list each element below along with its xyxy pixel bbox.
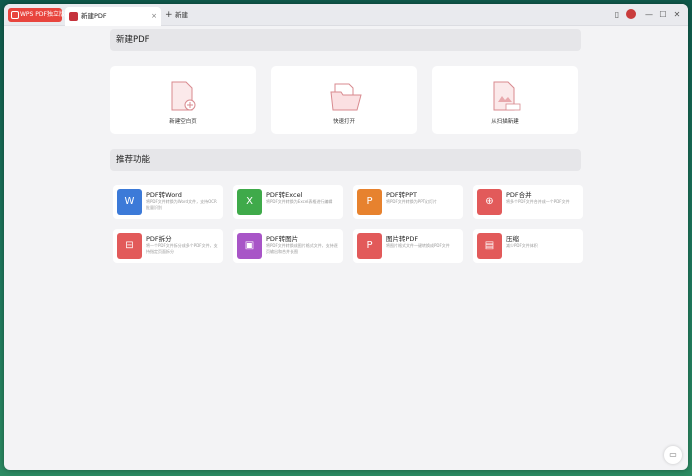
close-window-button[interactable]: ✕ bbox=[670, 8, 684, 22]
split-icon: ⊟ bbox=[117, 233, 142, 259]
pdf-to-excel-item[interactable]: X PDF转Excel 将PDF文件转换为Excel表格进行编辑 bbox=[233, 185, 343, 219]
new-blank-page-card[interactable]: 新建空白页 bbox=[110, 66, 256, 134]
main-content: 新建PDF 新建空白页 快速打开 从扫描新建 推荐功能 W PDF转Word 将… bbox=[4, 26, 688, 470]
tab-title: 新建PDF bbox=[81, 12, 107, 20]
quick-open-label: 快速打开 bbox=[332, 119, 355, 125]
blank-page-plus-icon bbox=[171, 81, 196, 111]
maximize-button[interactable]: ☐ bbox=[656, 8, 670, 22]
wps-logo-icon bbox=[11, 11, 19, 19]
feature-desc: 将PDF文件转换为Word文件，支持OCR批量识别 bbox=[146, 199, 217, 210]
tablet-mode-icon[interactable]: ▯ bbox=[610, 8, 624, 22]
features-header: 推荐功能 bbox=[110, 149, 581, 171]
tab-close-icon[interactable]: × bbox=[151, 7, 157, 26]
app-badge[interactable]: WPS PDF独立版 bbox=[8, 8, 65, 22]
scan-page-icon bbox=[493, 81, 521, 111]
excel-icon: X bbox=[237, 189, 262, 215]
image-to-pdf-item[interactable]: P 图片转PDF 将图片格式文件一键转换成PDF文件 bbox=[353, 229, 463, 263]
feature-title: 压缩 bbox=[506, 235, 519, 243]
feature-title: PDF转Word bbox=[146, 191, 182, 199]
word-icon: W bbox=[117, 189, 142, 215]
feature-desc: 减少PDF文件体积 bbox=[506, 243, 538, 248]
feature-title: PDF合并 bbox=[506, 191, 532, 199]
pdf-to-word-item[interactable]: W PDF转Word 将PDF文件转换为Word文件，支持OCR批量识别 bbox=[113, 185, 223, 219]
minimize-button[interactable]: — bbox=[642, 8, 656, 22]
app-window: WPS PDF独立版 新建PDF × + 新建 ▯ — ☐ ✕ 新建PDF 新建… bbox=[4, 4, 688, 470]
app-badge-label: WPS PDF独立版 bbox=[20, 11, 65, 18]
merge-icon: ⊕ bbox=[477, 189, 502, 215]
pdf-merge-item[interactable]: ⊕ PDF合并 将多个PDF文件合并成一个PDF文件 bbox=[473, 185, 583, 219]
scan-new-card[interactable]: 从扫描新建 bbox=[432, 66, 578, 134]
compress-icon: ▤ bbox=[477, 233, 502, 259]
feature-title: PDF转Excel bbox=[266, 191, 303, 199]
feature-title: PDF转PPT bbox=[386, 191, 417, 199]
scan-new-label: 从扫描新建 bbox=[491, 119, 519, 125]
pdf-split-item[interactable]: ⊟ PDF拆分 将一个PDF文件拆分成多个PDF文件，支持指定页面拆分 bbox=[113, 229, 223, 263]
new-tab-button[interactable]: + 新建 bbox=[165, 8, 188, 22]
chat-icon[interactable]: ▭ bbox=[664, 446, 682, 464]
new-pdf-header: 新建PDF bbox=[110, 29, 581, 51]
feature-desc: 将图片格式文件一键转换成PDF文件 bbox=[386, 243, 450, 248]
feature-title: PDF转图片 bbox=[266, 235, 299, 243]
tab-new-pdf[interactable]: 新建PDF × bbox=[65, 7, 161, 26]
compress-item[interactable]: ▤ 压缩 减少PDF文件体积 bbox=[473, 229, 583, 263]
pdf-to-image-item[interactable]: ▣ PDF转图片 将PDF文件转换成图片格式文件，支持逐页输出和合并长图 bbox=[233, 229, 343, 263]
image-to-pdf-icon: P bbox=[357, 233, 382, 259]
new-tab-label: 新建 bbox=[175, 11, 188, 19]
feature-desc: 将多个PDF文件合并成一个PDF文件 bbox=[506, 199, 570, 204]
ppt-icon: P bbox=[357, 189, 382, 215]
avatar[interactable] bbox=[626, 9, 636, 19]
new-blank-page-label: 新建空白页 bbox=[169, 119, 197, 125]
feature-title: PDF拆分 bbox=[146, 235, 172, 243]
feature-desc: 将PDF文件转换为PPT幻灯片 bbox=[386, 199, 438, 204]
feature-desc: 将PDF文件转换成图片格式文件，支持逐页输出和合并长图 bbox=[266, 243, 338, 254]
pdf-tab-icon bbox=[69, 12, 78, 21]
pdf-to-ppt-item[interactable]: P PDF转PPT 将PDF文件转换为PPT幻灯片 bbox=[353, 185, 463, 219]
feature-desc: 将一个PDF文件拆分成多个PDF文件，支持指定页面拆分 bbox=[146, 243, 218, 254]
feature-title: 图片转PDF bbox=[386, 235, 419, 243]
folder-pdf-icon bbox=[330, 83, 362, 111]
image-icon: ▣ bbox=[237, 233, 262, 259]
plus-icon: + bbox=[165, 10, 173, 20]
quick-open-card[interactable]: 快速打开 bbox=[271, 66, 417, 134]
title-bar: WPS PDF独立版 新建PDF × + 新建 ▯ — ☐ ✕ bbox=[4, 4, 688, 26]
feature-desc: 将PDF文件转换为Excel表格进行编辑 bbox=[266, 199, 333, 204]
